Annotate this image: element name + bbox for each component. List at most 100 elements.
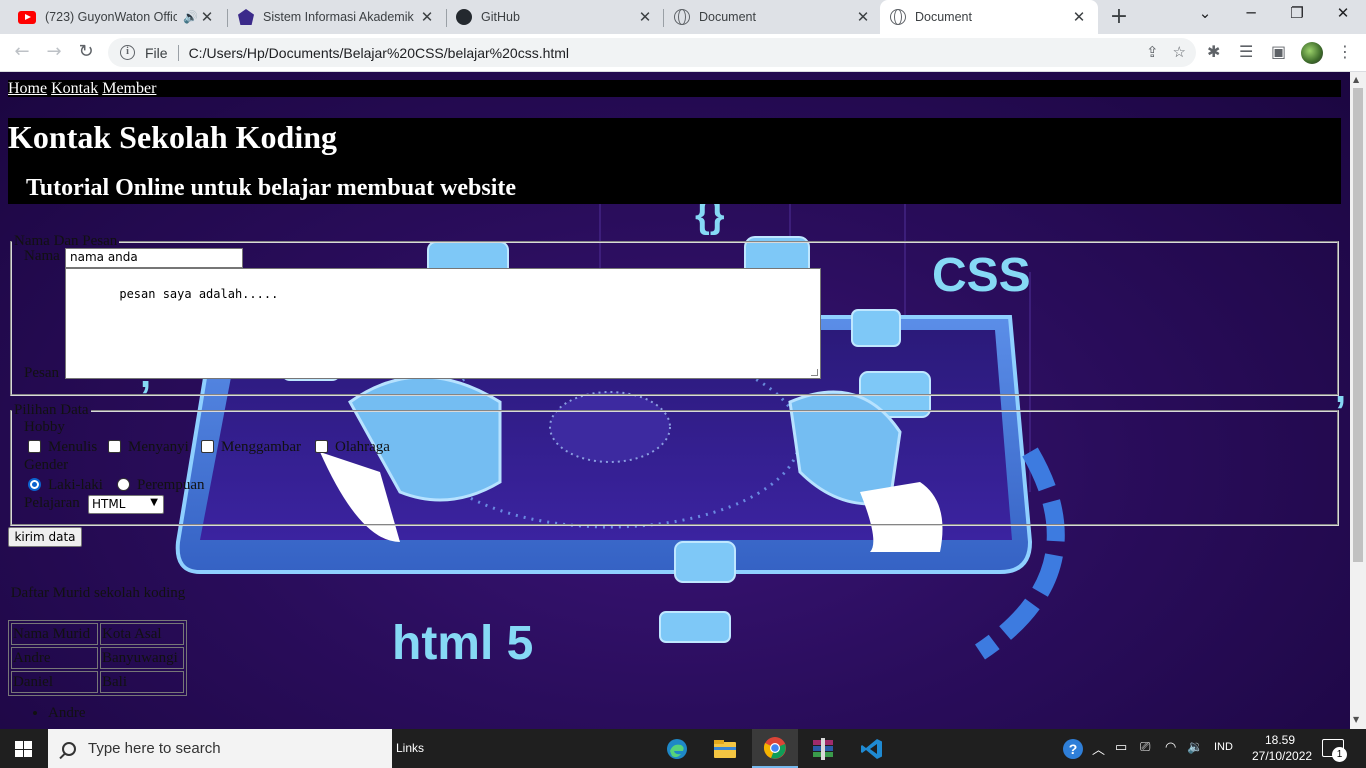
table-cell: Nama Murid (11, 623, 98, 645)
checkbox-menyanyi[interactable] (108, 440, 121, 453)
radio-perempuan[interactable] (117, 478, 130, 491)
maximize-button[interactable]: ❐ (1274, 4, 1320, 22)
name-input[interactable]: nama anda (65, 248, 243, 268)
windows-taskbar: Type here to search Links ? ︿ ▭ ⎚ ◠ 🔉 IN… (0, 729, 1366, 768)
nav-link-member[interactable]: Member (102, 80, 156, 97)
table-caption: Daftar Murid sekolah koding (10, 585, 186, 601)
share-icon[interactable]: ⇪ (1146, 43, 1159, 61)
taskbar-search[interactable]: Type here to search (48, 729, 392, 768)
language-indicator[interactable]: IND (1214, 741, 1233, 753)
table-cell: Andre (11, 647, 98, 669)
student-list: Andre (8, 705, 86, 722)
screen-icon[interactable]: ⎚ (1140, 739, 1150, 755)
nav-link-home[interactable]: Home (8, 80, 47, 97)
tab-github[interactable]: GitHub ✕ (446, 0, 664, 34)
links-toolbar[interactable]: Links (396, 741, 424, 755)
back-button[interactable]: ← (10, 41, 34, 62)
gender-label: Gender (24, 457, 69, 473)
checkbox-menggambar[interactable] (201, 440, 214, 453)
tab-strip: (723) GuyonWaton Offici 🔊 ✕ Sistem Infor… (0, 0, 1366, 34)
tab-document-1[interactable]: Document ✕ (664, 0, 882, 34)
menu-icon[interactable]: ⋮ (1337, 42, 1353, 61)
table-cell: Daniel (11, 671, 98, 693)
checkbox-olahraga[interactable] (315, 440, 328, 453)
fieldset-legend: Pilihan Data (14, 402, 89, 418)
vscode-icon[interactable] (849, 729, 895, 768)
notification-badge: 1 (1332, 747, 1347, 762)
table-cell: Banyuwangi (100, 647, 184, 669)
radio-label: Perempuan (137, 477, 205, 493)
close-tab-icon[interactable]: ✕ (636, 8, 654, 26)
taskbar-clock[interactable]: 18.59 27/10/2022 (1252, 732, 1313, 764)
tab-siakad[interactable]: Sistem Informasi Akademik ✕ (228, 0, 446, 34)
tab-youtube[interactable]: (723) GuyonWaton Offici 🔊 ✕ (8, 0, 226, 34)
pelajaran-select[interactable]: HTML ▼ (88, 495, 164, 514)
wifi-icon[interactable]: ◠ (1165, 739, 1176, 755)
close-tab-icon[interactable]: ✕ (1070, 8, 1088, 26)
globe-icon (890, 9, 906, 25)
extensions-icon[interactable]: ✱ (1207, 42, 1220, 61)
pelajaran-label: Pelajaran (24, 495, 80, 511)
checkbox-label: Menggambar (221, 439, 301, 455)
siakad-icon (238, 9, 254, 25)
top-navigation: Home Kontak Member (8, 80, 1341, 97)
windows-start-icon[interactable] (15, 741, 32, 757)
checkbox-menulis[interactable] (28, 440, 41, 453)
reload-button[interactable]: ↻ (74, 41, 98, 62)
info-icon[interactable]: i (120, 45, 135, 60)
address-bar[interactable]: i File C:/Users/Hp/Documents/Belajar%20C… (108, 38, 1196, 67)
clock-date: 27/10/2022 (1252, 749, 1313, 763)
new-tab-button[interactable]: + (1106, 4, 1132, 29)
help-icon[interactable]: ? (1062, 738, 1084, 763)
bookmark-star-icon[interactable]: ☆ (1173, 43, 1186, 61)
chevron-down-icon: ▼ (150, 497, 158, 508)
search-icon (62, 741, 76, 756)
tab-search-button[interactable]: ⌄ (1182, 4, 1228, 22)
checkbox-label: Olahraga (335, 439, 390, 455)
close-tab-icon[interactable]: ✕ (418, 8, 436, 26)
select-value: HTML (92, 497, 126, 511)
close-tab-icon[interactable]: ✕ (198, 8, 216, 26)
winrar-icon[interactable] (800, 729, 846, 768)
url-text[interactable]: C:/Users/Hp/Documents/Belajar%20CSS/bela… (189, 45, 569, 61)
github-icon (456, 9, 472, 25)
hobby-label: Hobby (24, 419, 65, 435)
page-viewport: , , {} CSS html 5 Home Kontak Member Kon… (0, 72, 1350, 729)
tab-document-active[interactable]: Document ✕ (880, 0, 1098, 34)
globe-icon (674, 9, 690, 25)
checkbox-label: Menulis (48, 439, 98, 455)
page-scrollbar[interactable]: ▲ ▼ (1350, 72, 1366, 729)
table-cell: Kota Asal (100, 623, 184, 645)
bg-html-text: html 5 (392, 617, 534, 670)
scroll-up-icon[interactable]: ▲ (1353, 75, 1359, 84)
forward-button[interactable]: → (42, 41, 66, 62)
edge-icon[interactable] (654, 729, 700, 768)
submit-button[interactable]: kirim data (8, 527, 82, 547)
scroll-down-icon[interactable]: ▼ (1353, 715, 1359, 724)
tab-title: Sistem Informasi Akademik (263, 10, 414, 24)
battery-icon[interactable]: ▭ (1115, 739, 1127, 755)
scrollbar-thumb[interactable] (1353, 88, 1363, 562)
page-title: Kontak Sekolah Koding (8, 119, 337, 155)
message-text: pesan saya adalah..... (119, 287, 279, 301)
nav-link-kontak[interactable]: Kontak (51, 80, 98, 97)
speaker-icon[interactable]: 🔊 (183, 10, 198, 24)
radio-label: Laki-laki (48, 477, 103, 493)
file-explorer-icon[interactable] (702, 729, 748, 768)
minimize-button[interactable]: ─ (1228, 4, 1274, 22)
side-panel-icon[interactable]: ▣ (1271, 42, 1286, 61)
volume-icon[interactable]: 🔉 (1187, 739, 1203, 755)
close-window-button[interactable]: ✕ (1320, 4, 1366, 22)
youtube-icon (18, 10, 36, 24)
message-textarea[interactable]: pesan saya adalah..... (65, 268, 821, 379)
radio-laki-laki[interactable] (28, 478, 41, 491)
page-subtitle: Tutorial Online untuk belajar membuat we… (26, 175, 517, 201)
chevron-up-icon[interactable]: ︿ (1092, 739, 1105, 758)
tab-title: Document (915, 10, 972, 24)
resize-grip-icon[interactable] (811, 369, 818, 376)
name-label: Nama (24, 248, 60, 264)
chrome-icon[interactable] (752, 729, 798, 768)
reading-list-icon[interactable]: ☰ (1239, 42, 1253, 61)
close-tab-icon[interactable]: ✕ (854, 8, 872, 26)
profile-avatar[interactable] (1301, 42, 1323, 64)
